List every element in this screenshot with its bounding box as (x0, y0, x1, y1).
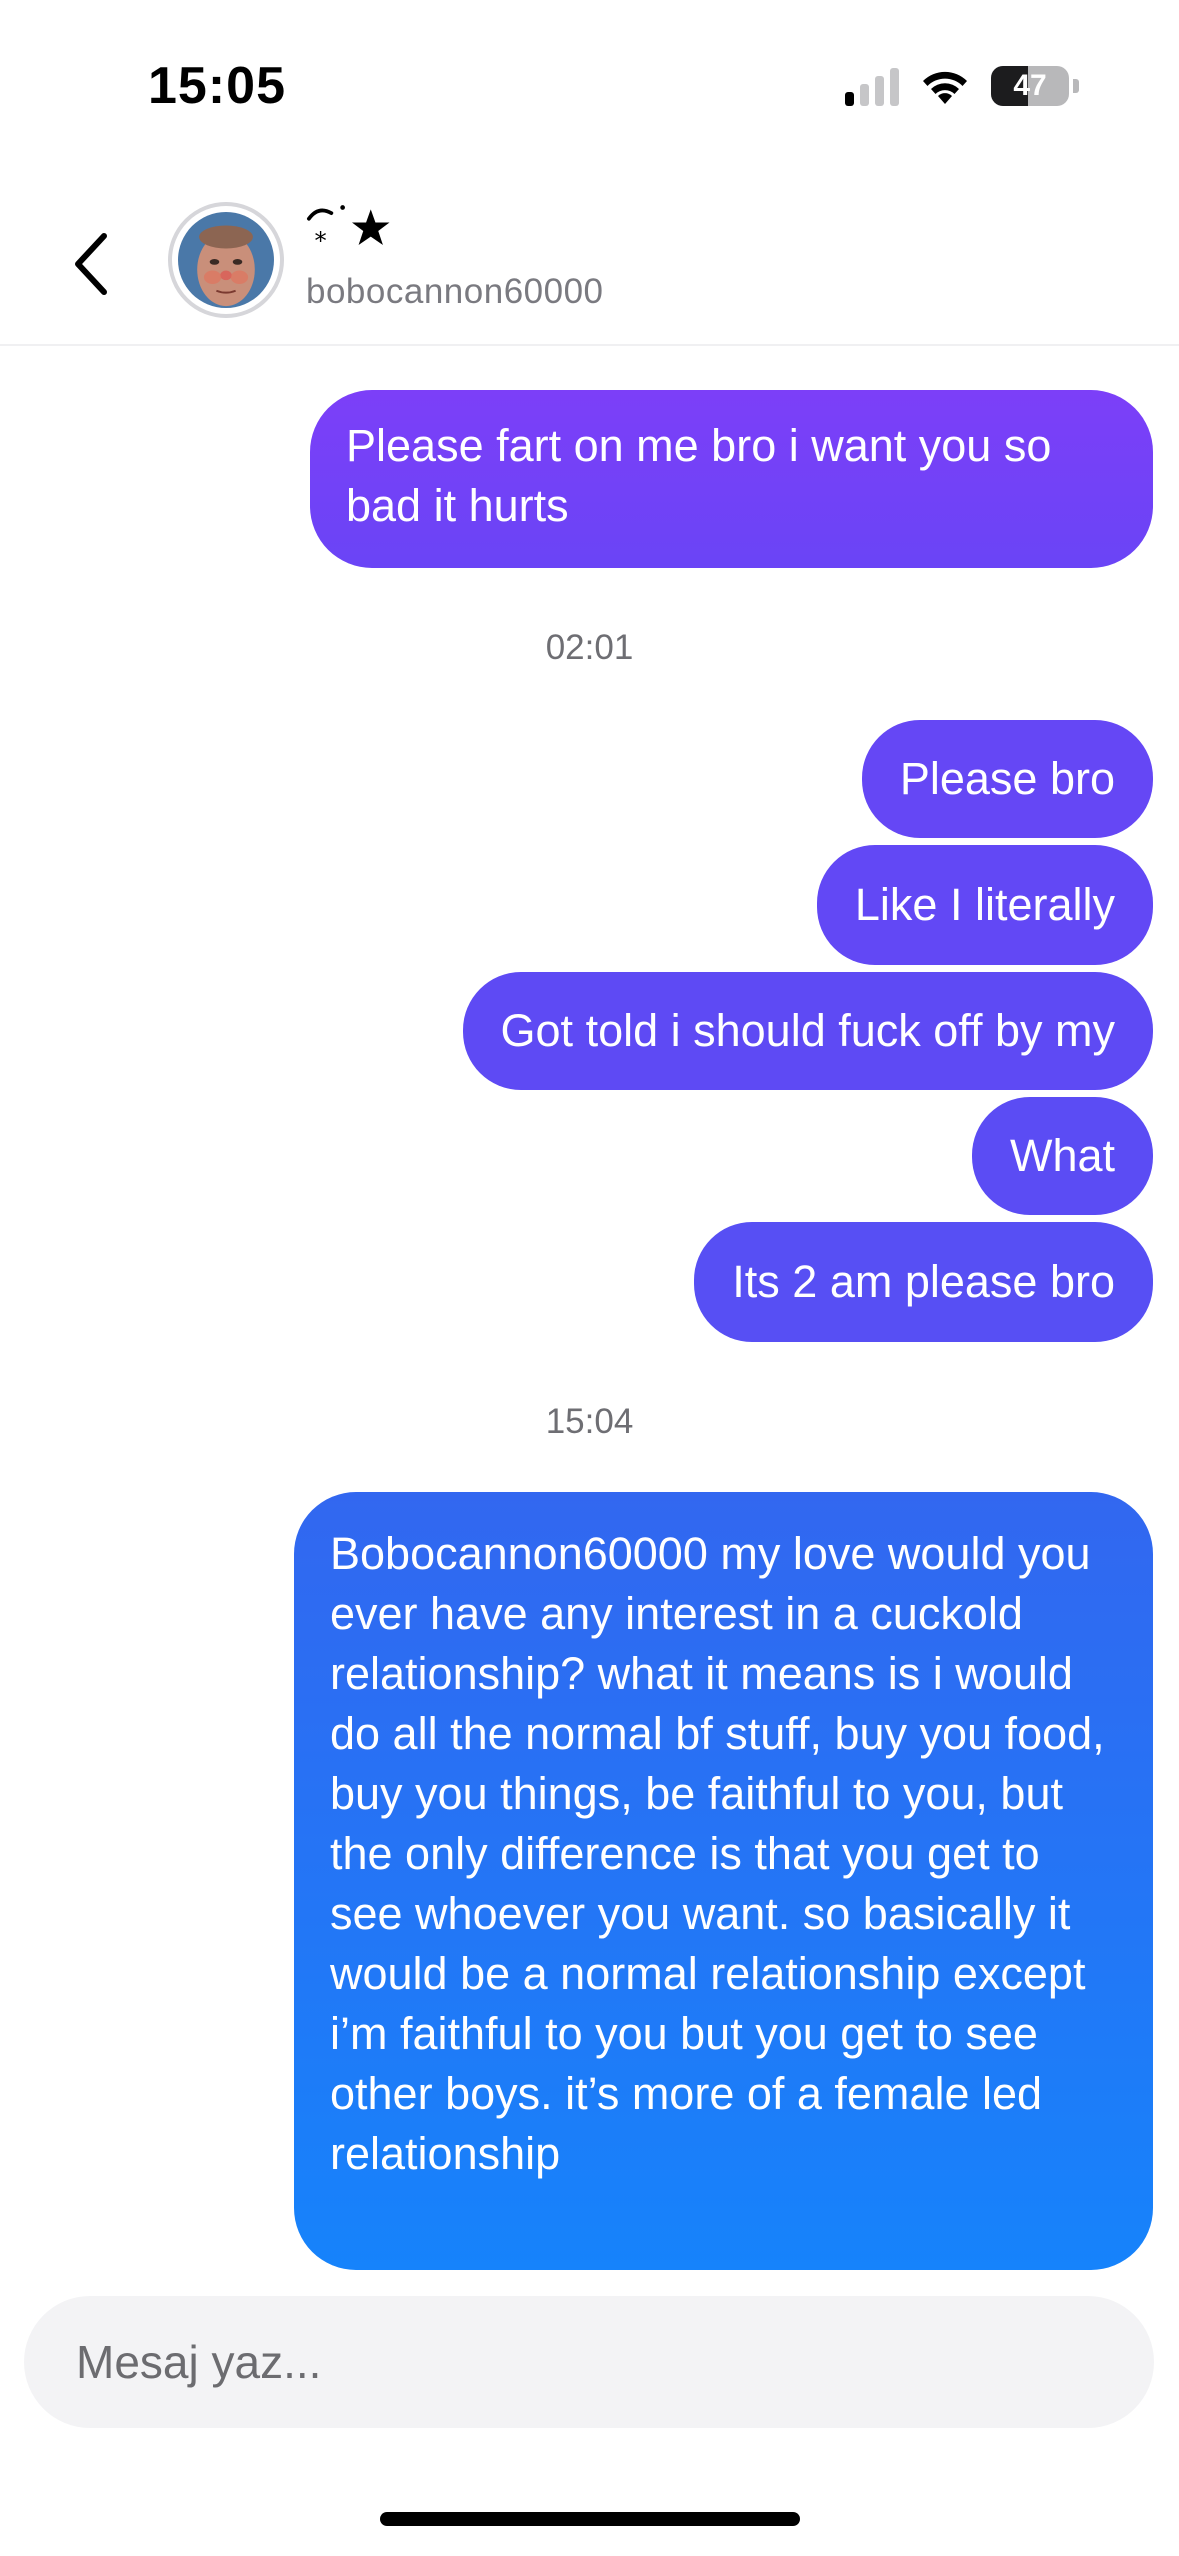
status-time: 15:05 (148, 57, 286, 115)
message-text: Got told i should fuck off by my (500, 1005, 1115, 1056)
battery-icon: 47 (991, 66, 1069, 106)
message-text: Bobocannon60000 my love would you ever h… (330, 1528, 1105, 2179)
message-bubble[interactable]: What (971, 1097, 1153, 1215)
message-bubble[interactable]: Please bro (861, 720, 1153, 838)
message-text: What (1009, 1130, 1115, 1181)
message-bubble[interactable]: Its 2 am please bro (694, 1222, 1153, 1342)
cellular-signal-icon (845, 66, 899, 106)
message-text: Please bro (899, 753, 1115, 804)
home-indicator[interactable] (380, 2512, 800, 2526)
message-text: Like I literally (854, 879, 1115, 930)
avatar-photo (178, 212, 274, 308)
star-emoticon-icon: * (307, 205, 390, 255)
message-bubble[interactable]: Got told i should fuck off by my (462, 972, 1153, 1090)
chat-header: * bobocannon60000 (0, 180, 1179, 346)
status-icons: 47 (845, 62, 1079, 110)
battery-level: 47 (1013, 69, 1047, 102)
wifi-icon (923, 71, 967, 104)
message-bubble[interactable]: Like I literally (816, 845, 1153, 965)
chevron-left-icon (75, 233, 107, 295)
svg-text:*: * (315, 226, 327, 255)
message-input[interactable]: Mesaj yaz... (24, 2296, 1154, 2428)
message-text: Its 2 am please bro (732, 1256, 1115, 1307)
chat-screen: 15:05 47 * bobocannon60000 Please fart o… (0, 0, 1179, 2556)
message-bubble[interactable]: Bobocannon60000 my love would you ever h… (294, 1492, 1153, 2270)
back-button[interactable] (60, 224, 130, 304)
timestamp: 02:01 (545, 628, 634, 667)
timestamp: 15:04 (545, 1402, 634, 1441)
message-input-placeholder: Mesaj yaz... (76, 2336, 322, 2388)
contact-username[interactable]: bobocannon60000 (306, 272, 604, 312)
avatar[interactable] (168, 202, 284, 318)
message-bubble[interactable]: Please fart on me bro i want you so bad … (310, 390, 1153, 568)
message-text: Please fart on me bro i want you so bad … (346, 420, 1052, 531)
